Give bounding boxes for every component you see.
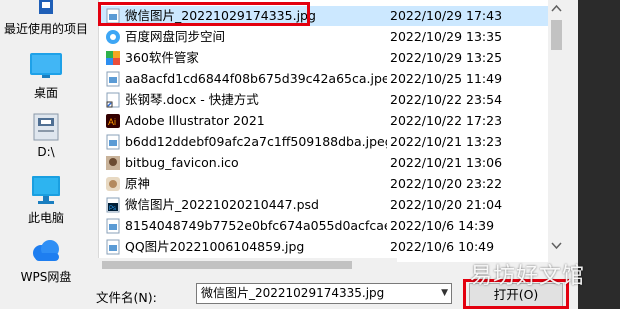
sidebar-item-label: 最近使用的项目 xyxy=(3,22,88,36)
photo-thumb-icon xyxy=(106,156,120,170)
image-file-icon xyxy=(106,71,120,87)
file-date: 2022/10/21 13:06 xyxy=(390,155,503,170)
file-row[interactable]: 8154048749b7752e0bfc674a055d0acfcae4... … xyxy=(99,216,549,236)
sidebar-item-wps-cloud[interactable]: WPS网盘 xyxy=(0,238,92,285)
file-date: 2022/10/6 14:39 xyxy=(390,218,495,233)
genshin-icon xyxy=(106,177,120,191)
file-name: aa8acfd1cd6844f08b675d39c42a65ca.jpeg xyxy=(125,71,387,86)
file-date: 2022/10/29 17:43 xyxy=(390,8,503,23)
file-date: 2022/10/29 13:35 xyxy=(390,29,503,44)
file-name: Adobe Illustrator 2021 xyxy=(125,113,265,128)
file-name: QQ图片20221006104859.jpg xyxy=(125,239,305,254)
file-date: 2022/10/20 21:04 xyxy=(390,197,503,212)
baidu-netdisk-icon xyxy=(106,30,120,44)
file-row[interactable]: Ps 微信图片_20221020210447.psd 2022/10/20 21… xyxy=(99,195,549,215)
file-row[interactable]: bitbug_favicon.ico 2022/10/21 13:06 xyxy=(99,153,549,173)
sidebar-item-label: D:\ xyxy=(37,145,55,159)
file-row[interactable]: aa8acfd1cd6844f08b675d39c42a65ca.jpeg 20… xyxy=(99,69,549,89)
file-date: 2022/10/20 23:22 xyxy=(390,176,503,191)
file-name: 微信图片_20221020210447.psd xyxy=(125,197,319,212)
scrollbar-thumb[interactable] xyxy=(551,20,562,50)
watermark: 易坊好文馆 xyxy=(470,264,586,289)
file-name: 张钢琴.docx - 快捷方式 xyxy=(125,92,259,107)
file-date: 2022/10/25 11:49 xyxy=(390,71,503,86)
360-icon xyxy=(106,51,120,65)
svg-text:Ps: Ps xyxy=(109,206,116,212)
file-date: 2022/10/6 10:49 xyxy=(390,239,495,254)
filename-input[interactable]: 微信图片_20221029174335.jpg ▼ xyxy=(196,283,452,304)
file-row[interactable]: 360软件管家 2022/10/29 13:25 xyxy=(99,48,549,68)
sidebar-item-this-pc[interactable]: 此电脑 xyxy=(0,175,92,226)
computer-icon xyxy=(32,176,60,204)
sidebar-item-desktop[interactable]: 桌面 xyxy=(0,52,92,101)
file-date: 2022/10/21 13:23 xyxy=(390,134,503,149)
desktop-icon xyxy=(30,53,62,78)
file-row[interactable]: 百度网盘同步空间 2022/10/29 13:35 xyxy=(99,27,549,47)
file-name: bitbug_favicon.ico xyxy=(125,155,239,170)
file-name: 360软件管家 xyxy=(125,50,199,65)
file-date: 2022/10/22 23:54 xyxy=(390,92,503,107)
vertical-scrollbar[interactable] xyxy=(548,0,565,262)
sidebar-item-recent[interactable]: 最近使用的项目 xyxy=(0,0,92,37)
file-name: 原神 xyxy=(125,176,151,191)
image-file-icon xyxy=(106,239,120,255)
file-row[interactable]: b6dd12ddebf09afc2a7c1ff509188dba.jpeg 20… xyxy=(99,132,549,152)
sidebar-item-label: 此电脑 xyxy=(27,211,64,225)
drive-icon xyxy=(33,113,59,141)
file-row[interactable]: Ai Adobe Illustrator 2021 2022/10/22 17:… xyxy=(99,111,549,131)
file-date: 2022/10/22 17:23 xyxy=(390,113,503,128)
file-name: 百度网盘同步空间 xyxy=(125,29,226,44)
svg-text:Ai: Ai xyxy=(108,117,116,127)
filename-value: 微信图片_20221029174335.jpg xyxy=(201,286,385,300)
file-name: 8154048749b7752e0bfc674a055d0acfcae4... xyxy=(125,218,387,233)
navigation-sidebar: 最近使用的项目 桌面 D:\ 此电脑 WPS网盘 xyxy=(0,0,92,290)
file-name: b6dd12ddebf09afc2a7c1ff509188dba.jpeg xyxy=(125,134,387,149)
scroll-up-arrow-icon[interactable] xyxy=(548,2,565,16)
image-file-icon xyxy=(106,218,120,234)
image-file-icon xyxy=(106,134,120,150)
file-row[interactable]: QQ图片20221006104859.jpg 2022/10/6 10:49 xyxy=(99,237,549,257)
psd-file-icon: Ps xyxy=(106,197,120,213)
illustrator-icon: Ai xyxy=(106,114,120,128)
sidebar-item-label: WPS网盘 xyxy=(20,270,72,284)
file-row[interactable]: 原神 2022/10/20 23:22 xyxy=(99,174,549,194)
star-icon xyxy=(39,0,53,14)
file-row[interactable]: 张钢琴.docx - 快捷方式 2022/10/22 23:54 xyxy=(99,90,549,110)
sidebar-item-label: 桌面 xyxy=(33,86,58,100)
filename-label: 文件名(N): xyxy=(96,290,157,305)
selection-highlight-box xyxy=(98,2,310,26)
file-list: 微信图片_20221029174335.jpg 2022/10/29 17:43… xyxy=(98,0,549,262)
shortcut-icon xyxy=(106,92,120,108)
scroll-down-arrow-icon[interactable] xyxy=(548,238,565,252)
horizontal-scrollbar[interactable] xyxy=(98,258,397,272)
sidebar-item-d-drive[interactable]: D:\ xyxy=(0,113,92,159)
chevron-down-icon[interactable]: ▼ xyxy=(441,284,448,303)
file-date: 2022/10/29 13:25 xyxy=(390,50,503,65)
cloud-icon xyxy=(33,240,59,261)
scrollbar-thumb[interactable] xyxy=(102,261,352,269)
